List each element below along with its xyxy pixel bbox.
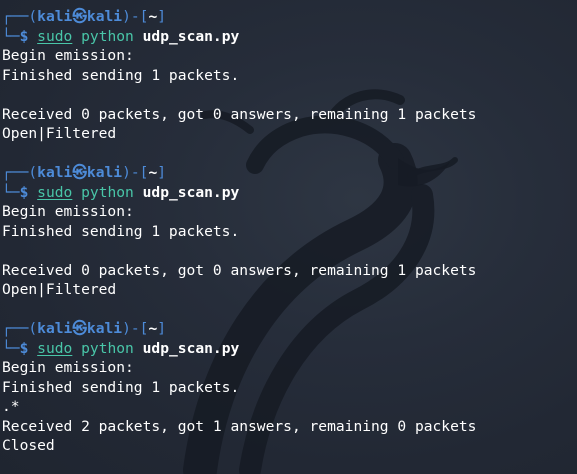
terminal-window[interactable]: ┌──(kali㉿kali)-[~] └─$ sudo python udp_s… [0, 0, 577, 474]
command-argument: udp_scan.py [142, 183, 240, 201]
prompt-path: ~ [148, 164, 158, 181]
prompt-at-symbol: ㉿ [72, 164, 87, 181]
prompt-user: kali [37, 320, 73, 337]
output-line: Open|Filtered [2, 281, 117, 298]
output-line: Received 2 packets, got 1 answers, remai… [2, 417, 477, 435]
command-argument: udp_scan.py [142, 339, 240, 357]
prompt-header: ┌──(kali㉿kali)-[~] [2, 7, 577, 27]
prompt-host: kali [86, 320, 123, 337]
prompt-header: ┌──(kali㉿kali)-[~] [2, 163, 577, 183]
output-line: Begin emission: [2, 47, 134, 64]
prompt-dollar: $ [19, 183, 29, 201]
prompt-frame: )-[ [122, 164, 149, 181]
output-line: Begin emission: [2, 203, 134, 220]
command-sudo: sudo [37, 339, 73, 357]
prompt-frame: ] [157, 164, 167, 181]
command-block: ┌──(kali㉿kali)-[~] └─$ sudo python udp_s… [2, 163, 577, 300]
prompt-frame: └─ [2, 183, 20, 201]
prompt-frame: ] [157, 320, 167, 337]
command-argument: udp_scan.py [142, 27, 240, 45]
prompt-at-symbol: ㉿ [72, 320, 87, 337]
command-program: python [81, 27, 134, 45]
prompt-frame: └─ [2, 339, 20, 357]
command-line: └─$ sudo python udp_scan.py [2, 27, 577, 47]
prompt-header: ┌──(kali㉿kali)-[~] [2, 319, 577, 339]
output-line: Received 0 packets, got 0 answers, remai… [2, 105, 477, 123]
command-sudo: sudo [37, 183, 73, 201]
prompt-path: ~ [148, 8, 158, 25]
command-block: ┌──(kali㉿kali)-[~] └─$ sudo python udp_s… [2, 319, 577, 456]
prompt-dollar: $ [19, 27, 29, 45]
output-line: Finished sending 1 packets. [2, 378, 240, 396]
command-block: ┌──(kali㉿kali)-[~] └─$ sudo python udp_s… [2, 7, 577, 144]
command-line: └─$ sudo python udp_scan.py [2, 339, 577, 359]
prompt-path: ~ [148, 320, 158, 337]
prompt-frame: ┌──( [2, 320, 38, 337]
prompt-frame: )-[ [122, 8, 149, 25]
prompt-frame: └─ [2, 27, 20, 45]
prompt-dollar: $ [19, 339, 29, 357]
prompt-host: kali [86, 164, 123, 181]
output-line: Closed [2, 437, 55, 454]
output-line: Open|Filtered [2, 125, 117, 142]
output-line: Received 0 packets, got 0 answers, remai… [2, 261, 477, 279]
command-line: └─$ sudo python udp_scan.py [2, 183, 577, 203]
command-program: python [81, 183, 134, 201]
prompt-host: kali [86, 8, 123, 25]
command-program: python [81, 339, 134, 357]
prompt-at-symbol: ㉿ [72, 8, 87, 25]
terminal-output: ┌──(kali㉿kali)-[~] └─$ sudo python udp_s… [2, 7, 577, 456]
prompt-frame: )-[ [122, 320, 149, 337]
output-line: Finished sending 1 packets. [2, 222, 240, 240]
output-line: .* [2, 398, 20, 415]
prompt-frame: ] [157, 8, 167, 25]
output-line: Begin emission: [2, 359, 134, 376]
output-line: Finished sending 1 packets. [2, 66, 240, 84]
prompt-frame: ┌──( [2, 8, 38, 25]
prompt-user: kali [37, 8, 73, 25]
prompt-frame: ┌──( [2, 164, 38, 181]
prompt-user: kali [37, 164, 73, 181]
command-sudo: sudo [37, 27, 73, 45]
